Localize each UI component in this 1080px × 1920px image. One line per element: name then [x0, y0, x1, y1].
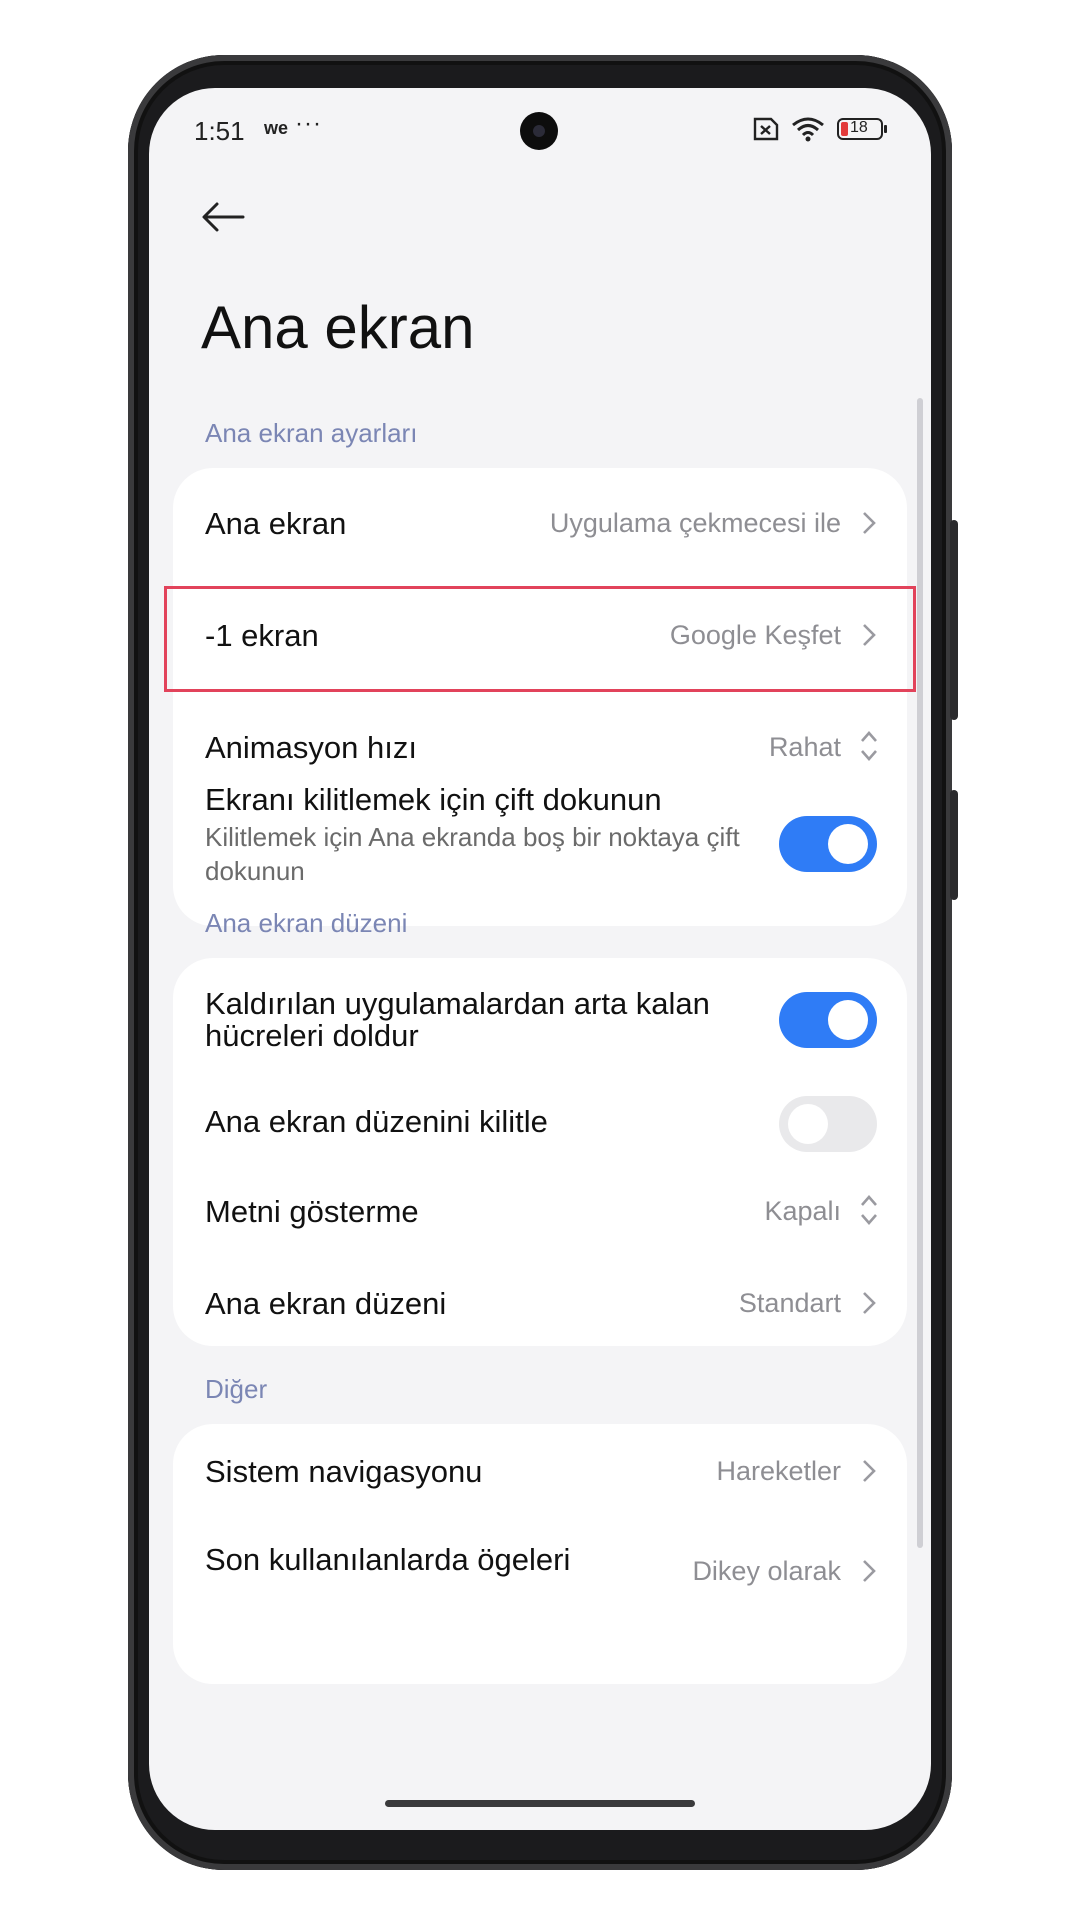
status-icons: 18	[749, 116, 887, 142]
screen: 1:51 we ··· 18 Ana ekran Ana ekran ayarl…	[149, 88, 931, 1830]
row-hide-text[interactable]: Metni gösterme Kapalı	[173, 1166, 907, 1256]
row-fill-cells[interactable]: Kaldırılan uygulamalardan arta kalan hüc…	[173, 958, 907, 1076]
up-down-chevron-icon	[861, 1195, 877, 1225]
chevron-right-icon	[863, 512, 876, 534]
lock-layout-toggle[interactable]	[779, 1096, 877, 1152]
front-camera	[520, 112, 558, 150]
power-button	[950, 790, 958, 900]
home-settings-card: Ana ekran Uygulama çekmecesi ile -1 ekra…	[173, 468, 907, 926]
no-sim-icon	[753, 117, 779, 141]
row-home-layout[interactable]: Ana ekran düzeni Standart	[173, 1256, 907, 1346]
chevron-right-icon	[863, 1292, 876, 1314]
status-time: 1:51	[194, 116, 245, 146]
row-recents-items[interactable]: Son kullanılanlarda ögeleri Dikey olarak	[173, 1520, 907, 1630]
row-system-navigation[interactable]: Sistem navigasyonu Hareketler	[173, 1424, 907, 1520]
back-arrow-icon[interactable]	[199, 193, 247, 241]
fill-cells-toggle[interactable]	[779, 992, 877, 1048]
other-card: Sistem navigasyonu Hareketler Son kullan…	[173, 1424, 907, 1684]
carrier-icon: we	[264, 118, 289, 138]
row-value: Standart	[738, 1288, 841, 1318]
row-label: Son kullanılanlarda ögeleri	[205, 1542, 571, 1577]
row-label: Sistem navigasyonu	[205, 1454, 483, 1489]
section-home-settings: Ana ekran ayarları	[205, 418, 418, 448]
home-layout-card: Kaldırılan uygulamalardan arta kalan hüc…	[173, 958, 907, 1346]
home-indicator[interactable]	[385, 1800, 695, 1807]
chevron-right-icon	[863, 1460, 876, 1482]
chevron-right-icon	[863, 1560, 876, 1582]
row-value: Dikey olarak	[692, 1556, 841, 1586]
volume-button	[950, 520, 958, 720]
double-tap-toggle[interactable]	[779, 816, 877, 872]
status-bar: 1:51 we ··· 18	[149, 88, 931, 178]
row-value: Kapalı	[764, 1196, 841, 1226]
row-label: Ana ekran düzeni	[205, 1286, 447, 1321]
highlight-box	[164, 586, 916, 692]
row-label: Ekranı kilitlemek için çift dokunun	[205, 782, 662, 817]
page-title: Ana ekran	[201, 294, 475, 361]
row-description: Kilitlemek için Ana ekranda boş bir nokt…	[205, 822, 740, 886]
row-label: Ana ekran	[205, 506, 347, 541]
row-double-tap-lock[interactable]: Ekranı kilitlemek için çift dokunun Kili…	[173, 758, 907, 926]
row-value: Hareketler	[716, 1456, 841, 1486]
section-home-layout: Ana ekran düzeni	[205, 908, 408, 938]
row-home-screen[interactable]: Ana ekran Uygulama çekmecesi ile	[173, 468, 907, 578]
row-lock-layout[interactable]: Ana ekran düzenini kilitle	[173, 1076, 907, 1166]
row-label-line2: hücreleri doldur	[205, 1018, 419, 1053]
battery-level: 18	[850, 119, 868, 136]
row-label: Metni gösterme	[205, 1194, 419, 1229]
more-notifications-icon: ···	[295, 110, 322, 137]
battery-icon: 18	[837, 118, 887, 140]
section-other: Diğer	[205, 1374, 268, 1404]
wifi-icon	[792, 117, 824, 142]
row-label-line1: Kaldırılan uygulamalardan arta kalan	[205, 986, 710, 1021]
scrollbar[interactable]	[917, 398, 923, 1548]
row-value: Uygulama çekmecesi ile	[549, 508, 841, 538]
row-label: Ana ekran düzenini kilitle	[205, 1104, 548, 1139]
